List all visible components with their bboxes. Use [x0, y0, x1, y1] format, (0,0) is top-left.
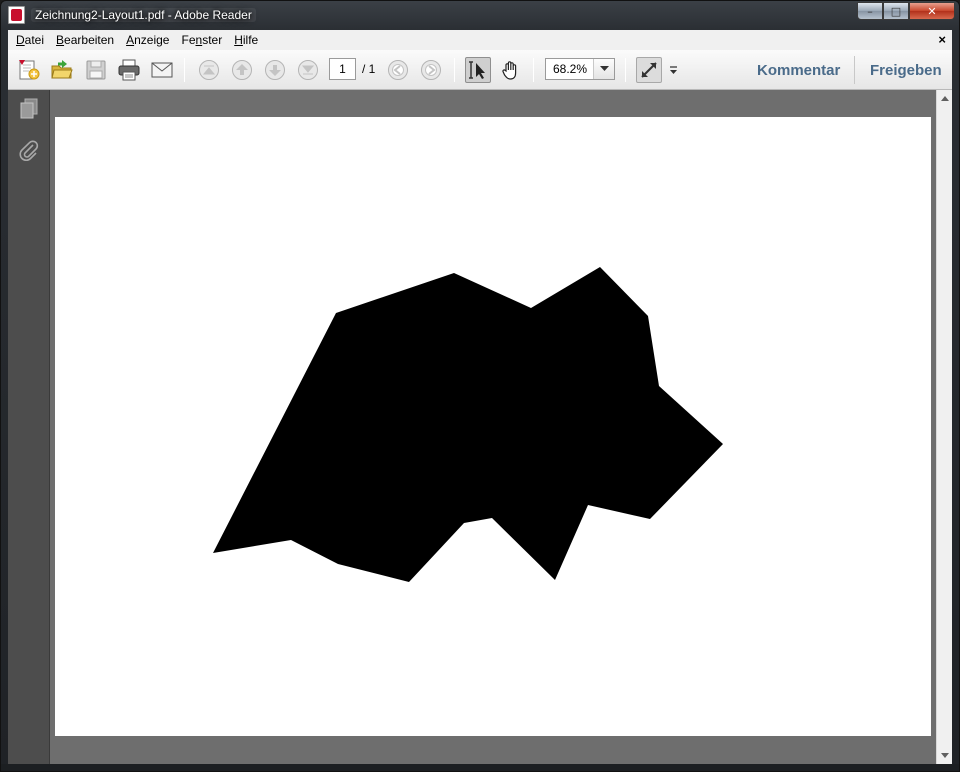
menu-fenster[interactable]: Fenster [175, 33, 228, 47]
menu-bar: Datei Bearbeiten Anzeige Fenster Hilfe × [8, 30, 952, 50]
next-view-icon[interactable] [418, 57, 444, 83]
vertical-scrollbar[interactable] [936, 90, 952, 764]
menu-datei[interactable]: Datei [10, 33, 50, 47]
toolbar: 1 / 1 68.2% Kommentar Freigeben [8, 50, 952, 90]
last-page-icon[interactable] [295, 57, 321, 83]
zoom-select[interactable]: 68.2% [545, 58, 615, 80]
next-page-icon[interactable] [262, 57, 288, 83]
kommentar-button[interactable]: Kommentar [757, 62, 840, 79]
previous-view-icon[interactable] [385, 57, 411, 83]
menu-hilfe[interactable]: Hilfe [228, 33, 264, 47]
scroll-up-icon[interactable] [937, 90, 953, 107]
navigation-pane [8, 90, 50, 764]
save-disk-icon[interactable] [83, 57, 109, 83]
title-bar[interactable]: Zeichnung2-Layout1.pdf - Adobe Reader – … [1, 1, 959, 30]
toolbar-overflow-icon[interactable] [666, 57, 680, 83]
menu-anzeige[interactable]: Anzeige [120, 33, 175, 47]
window-bottom-border [1, 764, 959, 771]
zoom-dropdown-icon[interactable] [593, 59, 614, 79]
page-number-input[interactable]: 1 [329, 58, 356, 80]
black-polygon-shape [213, 267, 723, 582]
toolbar-separator [454, 58, 455, 82]
select-cursor-icon[interactable] [465, 57, 491, 83]
toolbar-separator [625, 58, 626, 82]
scroll-down-icon[interactable] [937, 747, 953, 764]
first-page-icon[interactable] [196, 57, 222, 83]
zoom-value[interactable]: 68.2% [546, 59, 594, 79]
close-document-button[interactable]: × [938, 32, 946, 47]
maximize-button[interactable]: □ [883, 2, 909, 20]
window-title: Zeichnung2-Layout1.pdf - Adobe Reader [31, 8, 256, 22]
email-envelope-icon[interactable] [149, 57, 175, 83]
pdf-page[interactable] [55, 117, 931, 736]
freigeben-button[interactable]: Freigeben [870, 62, 942, 79]
previous-page-icon[interactable] [229, 57, 255, 83]
hand-tool-icon[interactable] [498, 57, 524, 83]
document-viewport[interactable] [50, 90, 936, 764]
open-folder-icon[interactable] [49, 57, 75, 83]
adobe-reader-app-icon[interactable] [8, 6, 25, 24]
adobe-reader-window: Zeichnung2-Layout1.pdf - Adobe Reader – … [0, 0, 960, 772]
drawing-canvas [213, 267, 723, 582]
page-total-label: / 1 [362, 62, 376, 76]
fullscreen-icon[interactable] [636, 57, 662, 83]
menu-bearbeiten[interactable]: Bearbeiten [50, 33, 120, 47]
toolbar-separator [533, 58, 534, 82]
print-icon[interactable] [116, 57, 142, 83]
toolbar-separator [854, 56, 855, 84]
window-controls: – □ ✕ [857, 2, 955, 21]
minimize-button[interactable]: – [857, 2, 883, 20]
toolbar-separator [184, 58, 185, 82]
attachments-paperclip-icon[interactable] [16, 138, 42, 164]
create-pdf-icon[interactable] [16, 57, 42, 83]
close-button[interactable]: ✕ [909, 2, 955, 20]
page-thumbnails-icon[interactable] [16, 96, 42, 122]
